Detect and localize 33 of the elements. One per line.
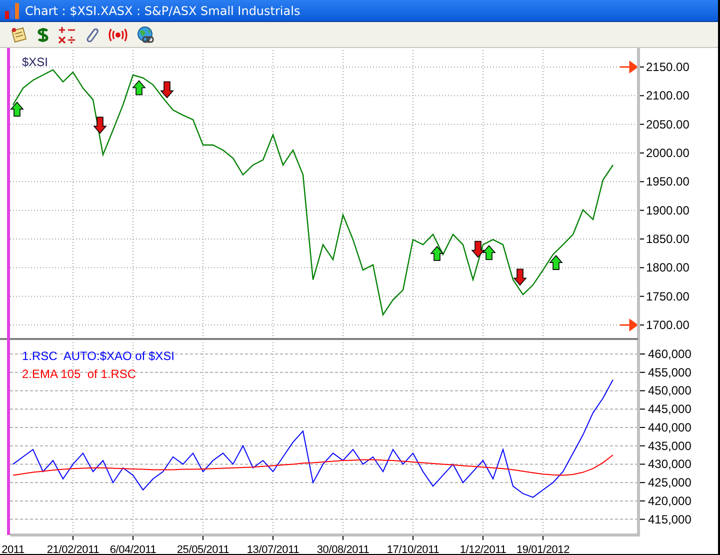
legend-label: 1.RSC AUTO:$XAO of $XSI (22, 349, 175, 363)
axis-label: 6/04/2011 (110, 544, 156, 554)
axis-label: 2050.00 (646, 117, 690, 132)
axis-label: 2150.00 (646, 60, 690, 74)
axis-label: 445,000 (648, 402, 692, 416)
axis-label: 1/12/2011 (460, 544, 506, 554)
axis-label: 2000.00 (646, 146, 690, 160)
axis-label: 30/08/2011 (316, 544, 370, 554)
axis-label: 460,000 (648, 347, 692, 361)
axis-label: 1750.00 (646, 289, 690, 304)
axis-label: 430,000 (648, 457, 692, 472)
axis-label: 1900.00 (646, 203, 690, 218)
axis-label: 2100.00 (646, 88, 690, 103)
legend-label: 2.EMA 105 of 1.RSC (22, 367, 136, 381)
axis-label: 1850.00 (646, 232, 690, 246)
axis-label: 450,000 (648, 384, 692, 398)
axis-label: 19/01/2012 (516, 544, 570, 554)
axis-label: 455,000 (648, 365, 692, 380)
axis-label: 420,000 (648, 494, 692, 508)
axis-label: 21/02/2011 (46, 544, 100, 554)
axis-label: 1700.00 (646, 318, 690, 332)
window-title: Chart : $XSI.XASX : S&P/ASX Small Industrials (25, 4, 300, 18)
series-name: $XSI (22, 55, 48, 69)
axis-label: 1800.00 (646, 260, 690, 275)
axis-label: 440,000 (648, 420, 692, 434)
axis-label: 17/10/2011 (386, 544, 440, 554)
axis-label: 415,000 (648, 512, 692, 526)
axis-label: 13/07/2011 (246, 544, 300, 554)
axis-label: 1950.00 (646, 174, 690, 189)
axis-label: 25/05/2011 (176, 544, 230, 554)
axis-label: 2011 (2, 544, 24, 554)
axis-label: 425,000 (648, 476, 692, 490)
axis-label: 435,000 (648, 438, 692, 453)
